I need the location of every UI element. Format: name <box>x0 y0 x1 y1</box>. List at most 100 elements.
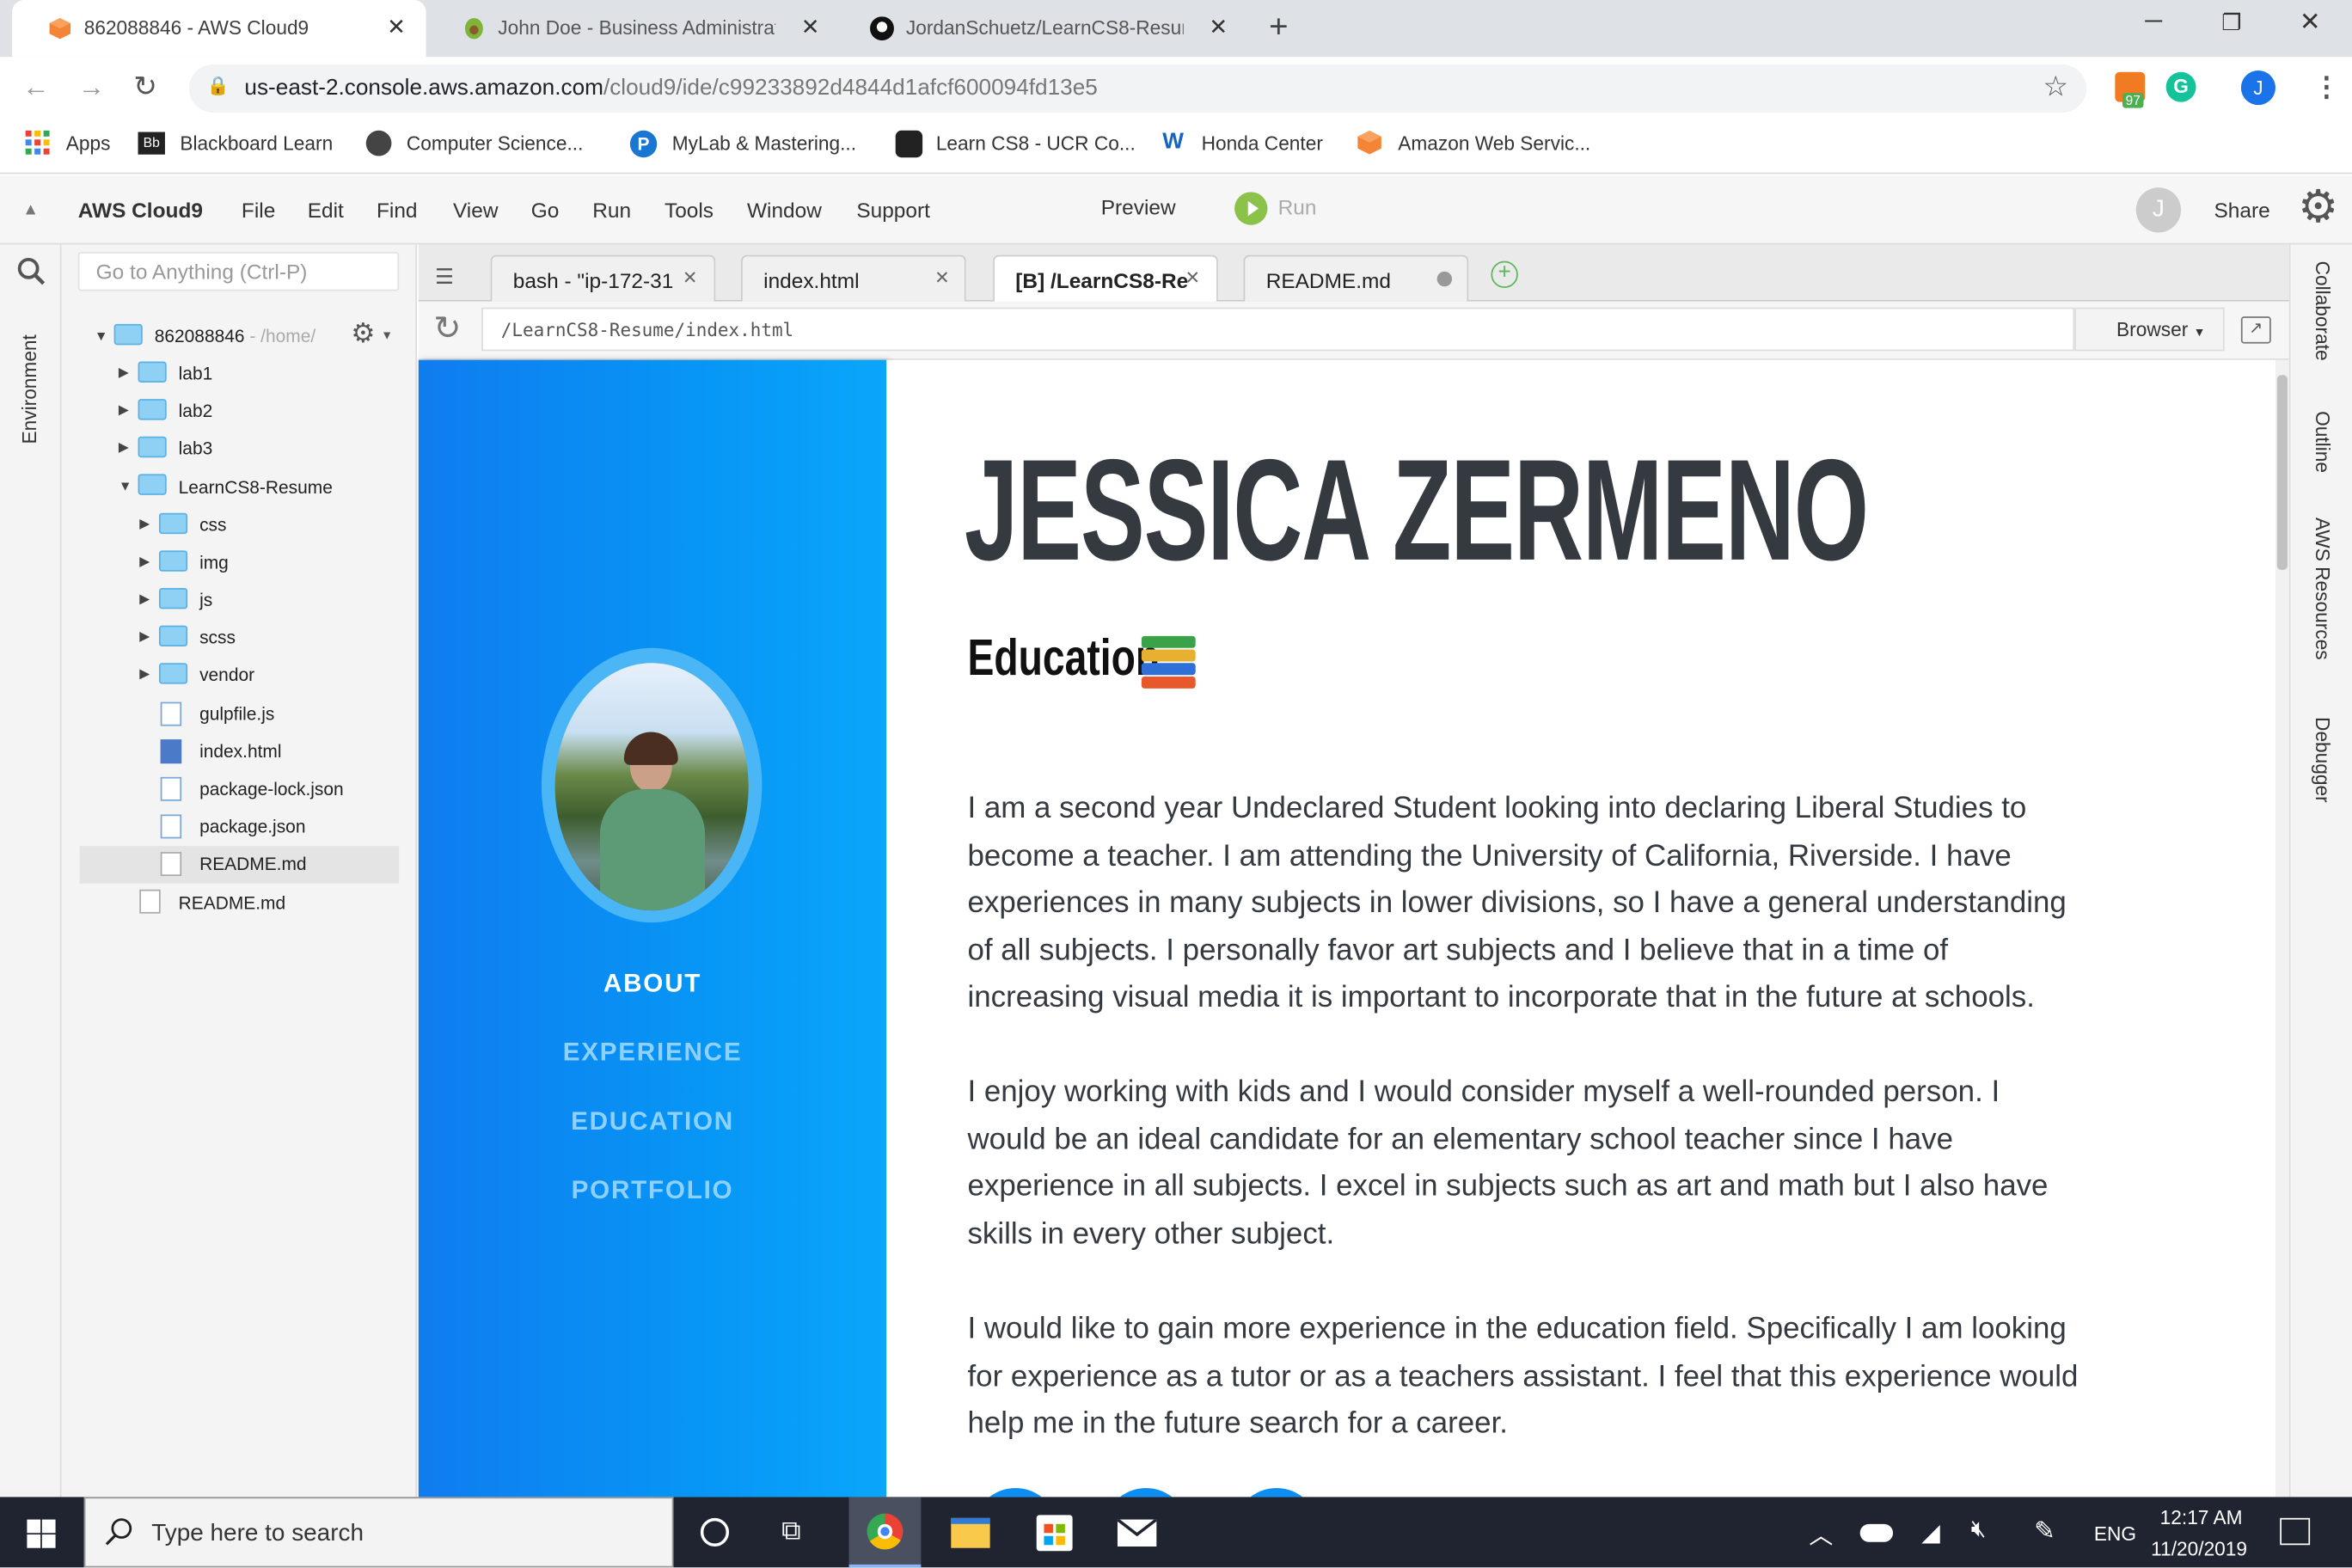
mail-icon[interactable] <box>1116 1518 1158 1547</box>
menu-find[interactable]: Find <box>377 198 418 222</box>
forward-icon[interactable]: → <box>78 72 105 104</box>
go-to-anything-input[interactable]: Go to Anything (Ctrl-P) <box>77 252 400 291</box>
close-tab-icon[interactable]: ✕ <box>934 267 950 288</box>
close-tab-icon[interactable]: ✕ <box>801 14 820 40</box>
volume-muted-icon[interactable]: 🔇︎ <box>1971 1516 1987 1543</box>
menu-tools[interactable]: Tools <box>665 198 714 222</box>
bookmark-apps[interactable]: Apps <box>66 132 111 155</box>
collaborator-avatar[interactable]: J <box>2135 187 2182 233</box>
tree-item-vendor[interactable]: vendor <box>199 665 254 685</box>
social-icon[interactable] <box>1104 1487 1188 1498</box>
expand-arrow-icon[interactable]: ▶ <box>139 591 150 607</box>
close-tab-icon[interactable]: ✕ <box>1209 14 1228 40</box>
outline-panel-tab[interactable]: Outline <box>2312 411 2334 473</box>
tree-item-gulpfile[interactable]: gulpfile.js <box>199 703 274 724</box>
browser-tab-john-doe[interactable]: John Doe - Business Administrati ✕ <box>426 0 835 57</box>
tree-item-lab3[interactable]: lab3 <box>179 438 213 459</box>
expand-arrow-icon[interactable]: ▶ <box>139 516 150 532</box>
tree-item-readme[interactable]: README.md <box>179 892 285 913</box>
onedrive-cloud-icon[interactable] <box>1859 1523 1894 1542</box>
close-tab-icon[interactable]: ✕ <box>387 14 406 40</box>
windows-start-icon[interactable] <box>27 1519 56 1548</box>
cortana-icon[interactable] <box>700 1517 730 1547</box>
editor-tab-index-html[interactable]: index.html <box>740 254 966 302</box>
tree-item-img[interactable]: img <box>199 552 229 573</box>
scrollbar-thumb[interactable] <box>2276 375 2288 571</box>
aws-resources-panel-tab[interactable]: AWS Resources <box>2312 518 2334 660</box>
social-icon[interactable] <box>973 1487 1058 1498</box>
bookmark-honda-center[interactable]: Honda Center <box>1202 132 1323 155</box>
tree-item-learncs8-resume[interactable]: LearnCS8-Resume <box>179 477 333 498</box>
preview-button[interactable]: Preview <box>1101 195 1176 219</box>
extension-icon[interactable]: 97 <box>2115 71 2146 108</box>
bookmark-aws[interactable]: Amazon Web Servic... <box>1398 132 1590 155</box>
expand-arrow-icon[interactable]: ▶ <box>119 364 129 381</box>
menu-window[interactable]: Window <box>747 198 822 222</box>
environment-panel-tab[interactable]: Environment <box>18 334 40 444</box>
menu-file[interactable]: File <box>242 198 275 222</box>
bookmark-learn-cs8[interactable]: Learn CS8 - UCR Co... <box>936 132 1136 155</box>
expand-arrow-icon[interactable]: ▶ <box>139 554 150 570</box>
new-tab-icon[interactable]: + <box>1269 8 1288 46</box>
expand-arrow-icon[interactable]: ▶ <box>119 439 129 456</box>
editor-tab-readme[interactable]: README.md <box>1243 254 1469 302</box>
input-language[interactable]: ENG <box>2094 1522 2136 1545</box>
debugger-panel-tab[interactable]: Debugger <box>2312 717 2334 803</box>
nav-about[interactable]: ABOUT <box>419 969 886 999</box>
address-bar[interactable]: 🔒 us-east-2.console.aws.amazon.com/cloud… <box>188 64 2087 113</box>
collaborate-panel-tab[interactable]: Collaborate <box>2312 261 2334 361</box>
tree-item-lab1[interactable]: lab1 <box>179 363 213 383</box>
browser-tab-cloud9[interactable]: 862088846 - AWS Cloud9 ✕ <box>11 0 426 58</box>
file-explorer-icon[interactable] <box>951 1517 990 1548</box>
browser-tab-github[interactable]: JordanSchuetz/LearnCS8-Resume ✕ <box>834 0 1242 57</box>
clock-time[interactable]: 12:17 AM <box>2160 1506 2243 1528</box>
nav-education[interactable]: EDUCATION <box>419 1107 886 1137</box>
menu-support[interactable]: Support <box>856 198 930 222</box>
restore-icon[interactable]: ❐ <box>2221 9 2241 36</box>
run-button[interactable]: Run <box>1278 195 1317 219</box>
preview-scrollbar[interactable] <box>2275 359 2289 1498</box>
preview-url-input[interactable]: /LearnCS8-Resume/index.html <box>481 307 2075 352</box>
store-icon[interactable] <box>1036 1515 1073 1552</box>
search-icon[interactable] <box>16 256 46 294</box>
tree-item-index-html[interactable]: index.html <box>199 741 281 762</box>
collapse-menu-icon[interactable]: ▲ <box>22 201 39 219</box>
pop-out-icon[interactable]: ↗ <box>2240 316 2271 344</box>
settings-gear-icon[interactable]: ⚙ <box>2298 184 2338 233</box>
bookmark-star-icon[interactable]: ☆ <box>2043 70 2069 105</box>
pen-ink-icon[interactable]: ✎ <box>2034 1516 2055 1547</box>
tree-root-label[interactable]: 862088846 - /home/ <box>155 326 315 346</box>
bookmark-mylab[interactable]: MyLab & Mastering... <box>672 132 856 155</box>
minimize-icon[interactable]: ─ <box>2145 9 2162 35</box>
menu-edit[interactable]: Edit <box>308 198 344 222</box>
social-icon[interactable] <box>1234 1487 1319 1498</box>
clock-date[interactable]: 11/20/2019 <box>2151 1538 2247 1560</box>
browser-dropdown[interactable]: Browser ▼ <box>2074 307 2225 352</box>
chrome-menu-icon[interactable]: ⋮ <box>2313 72 2340 104</box>
taskbar-chrome[interactable] <box>848 1497 922 1568</box>
action-center-icon[interactable] <box>2280 1517 2311 1546</box>
expand-arrow-icon[interactable]: ▶ <box>139 628 150 645</box>
expand-arrow-icon[interactable]: ▶ <box>139 666 150 683</box>
close-tab-icon[interactable]: ✕ <box>1185 267 1200 288</box>
expand-arrow-icon[interactable]: ▶ <box>119 402 129 419</box>
tab-list-icon[interactable]: ☰ <box>435 264 454 290</box>
preview-refresh-icon[interactable]: ↻ <box>433 309 461 346</box>
menu-view[interactable]: View <box>453 198 499 222</box>
expand-arrow-icon[interactable]: ▼ <box>119 479 132 493</box>
tree-settings-dropdown-icon[interactable]: ▼ <box>381 328 393 342</box>
bookmark-blackboard[interactable]: Blackboard Learn <box>180 132 333 155</box>
tree-item-package-lock[interactable]: package-lock.json <box>199 779 344 799</box>
show-hidden-icons-chevron-icon[interactable]: ︿ <box>1809 1515 1833 1551</box>
tree-item-lab2[interactable]: lab2 <box>179 401 213 421</box>
menu-run[interactable]: Run <box>592 198 631 222</box>
back-icon[interactable]: ← <box>22 72 49 104</box>
tree-item-package-json[interactable]: package.json <box>199 816 305 836</box>
bookmark-computer-science[interactable]: Computer Science... <box>407 132 584 155</box>
tree-item-css[interactable]: css <box>199 515 226 536</box>
nav-portfolio[interactable]: PORTFOLIO <box>419 1176 886 1206</box>
reload-icon[interactable]: ↻ <box>133 70 157 105</box>
grammarly-icon[interactable]: G <box>2165 71 2196 102</box>
wifi-icon[interactable]: ◢ <box>1921 1518 1939 1548</box>
taskbar-search-box[interactable]: Type here to search <box>83 1497 674 1568</box>
